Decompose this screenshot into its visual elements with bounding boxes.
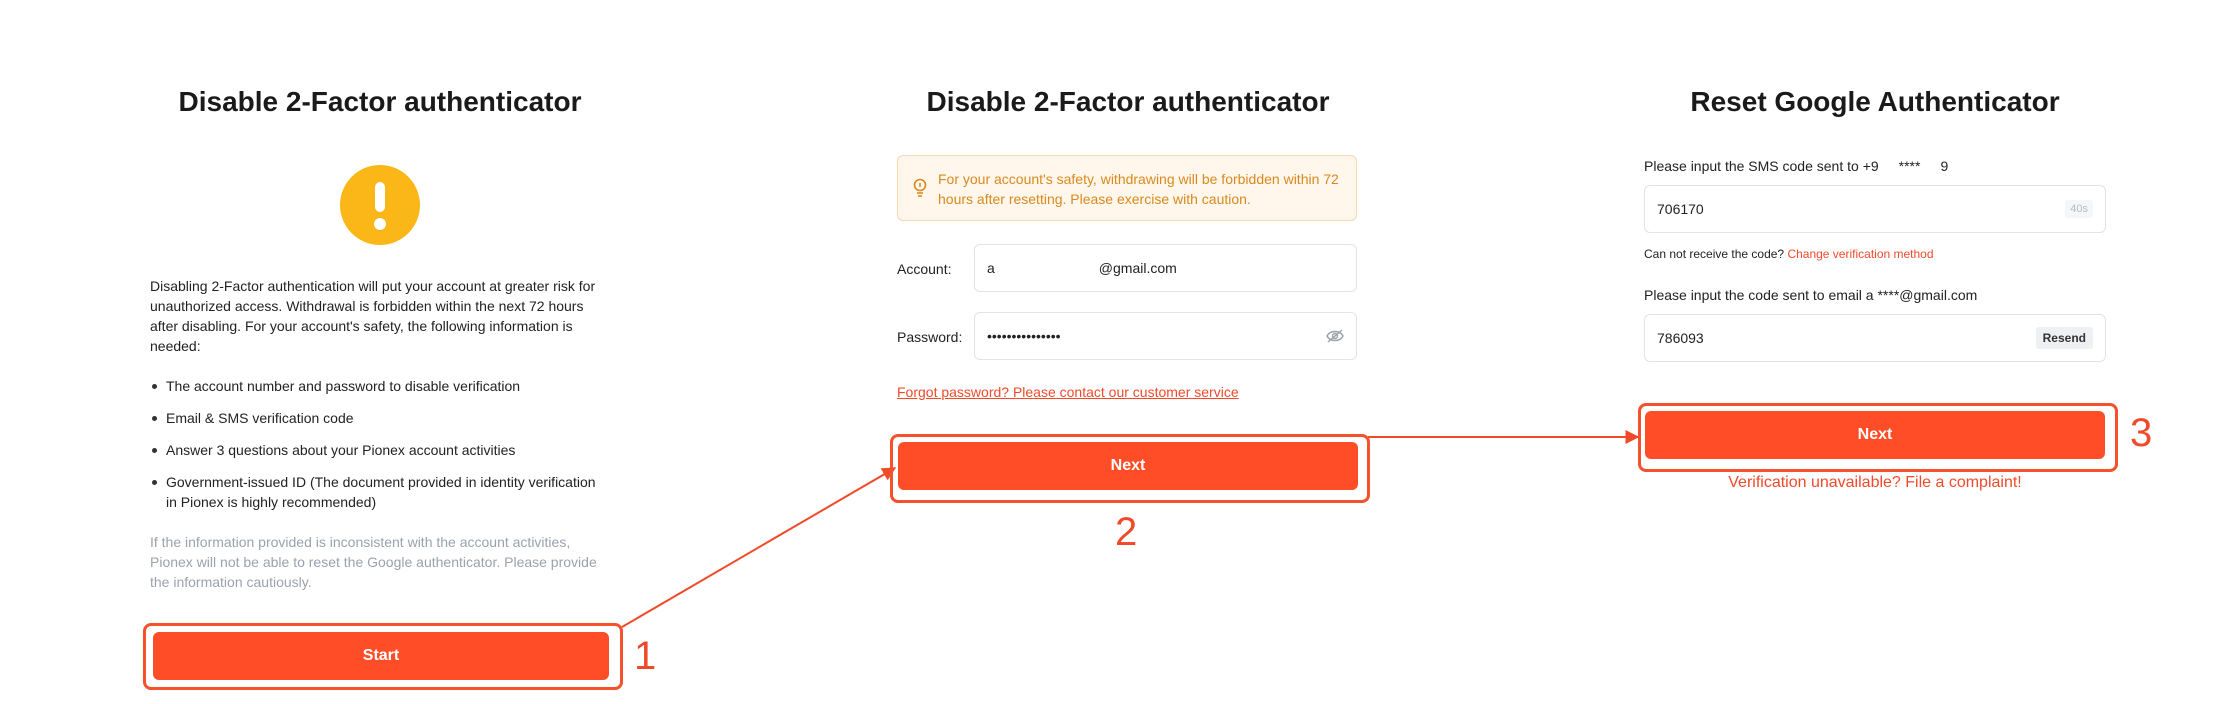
password-label: Password: xyxy=(897,329,963,345)
exclamation-icon xyxy=(340,165,420,245)
sms-code-value: 706170 xyxy=(1657,201,1704,217)
file-complaint-link[interactable]: Verification unavailable? File a complai… xyxy=(1644,474,2106,492)
next-button-step2[interactable]: Next xyxy=(898,442,1358,490)
password-field[interactable]: ••••••••••••••• xyxy=(974,312,1357,360)
start-button[interactable]: Start xyxy=(153,632,609,680)
resend-button[interactable]: Resend xyxy=(2035,327,2093,349)
forgot-password-link[interactable]: Forgot password? Please contact our cust… xyxy=(897,384,1239,400)
password-value: ••••••••••••••• xyxy=(987,328,1061,344)
step-number-3: 3 xyxy=(2130,411,2153,455)
step-number-1: 1 xyxy=(634,634,657,678)
eye-off-icon[interactable] xyxy=(1326,329,1344,343)
email-code-value: 786093 xyxy=(1657,330,1704,346)
account-label: Account: xyxy=(897,261,952,277)
account-field[interactable]: a @gmail.com xyxy=(974,244,1357,292)
account-prefix: a xyxy=(987,260,995,276)
cannot-receive-row: Can not receive the code? Change verific… xyxy=(1644,247,1934,261)
cannot-receive-text: Can not receive the code? xyxy=(1644,247,1785,261)
step1-title: Disable 2-Factor authenticator xyxy=(178,86,582,117)
step1-note: If the information provided is inconsist… xyxy=(150,534,597,590)
arrow-1-to-2 xyxy=(621,467,897,628)
change-verification-link[interactable]: Change verification method xyxy=(1787,247,1933,261)
list-item: Government-issued ID (The document provi… xyxy=(150,472,610,512)
step1-intro: Disabling 2-Factor authentication will p… xyxy=(150,278,596,354)
email-code-input[interactable]: 786093 Resend xyxy=(1644,314,2106,362)
step3-title: Reset Google Authenticator xyxy=(1690,86,2060,117)
lightbulb-icon xyxy=(913,178,927,197)
account-suffix: @gmail.com xyxy=(1098,260,1177,276)
list-item: Email & SMS verification code xyxy=(150,408,610,428)
step2-title: Disable 2-Factor authenticator xyxy=(926,86,1330,117)
safety-notice: For your account's safety, withdrawing w… xyxy=(897,155,1357,221)
sms-prompt: Please input the SMS code sent to +9 ****… xyxy=(1644,158,1949,174)
list-item: The account number and password to disab… xyxy=(150,376,610,396)
safety-notice-text: For your account's safety, withdrawing w… xyxy=(938,171,1339,207)
sms-timer: 40s xyxy=(2065,200,2093,218)
sms-code-input[interactable]: 706170 40s xyxy=(1644,185,2106,233)
step-number-2: 2 xyxy=(1115,510,1138,554)
email-prompt: Please input the code sent to email a **… xyxy=(1644,287,1978,303)
requirements-list: The account number and password to disab… xyxy=(150,376,610,524)
list-item: Answer 3 questions about your Pionex acc… xyxy=(150,440,610,460)
next-button-step3[interactable]: Next xyxy=(1645,411,2105,459)
